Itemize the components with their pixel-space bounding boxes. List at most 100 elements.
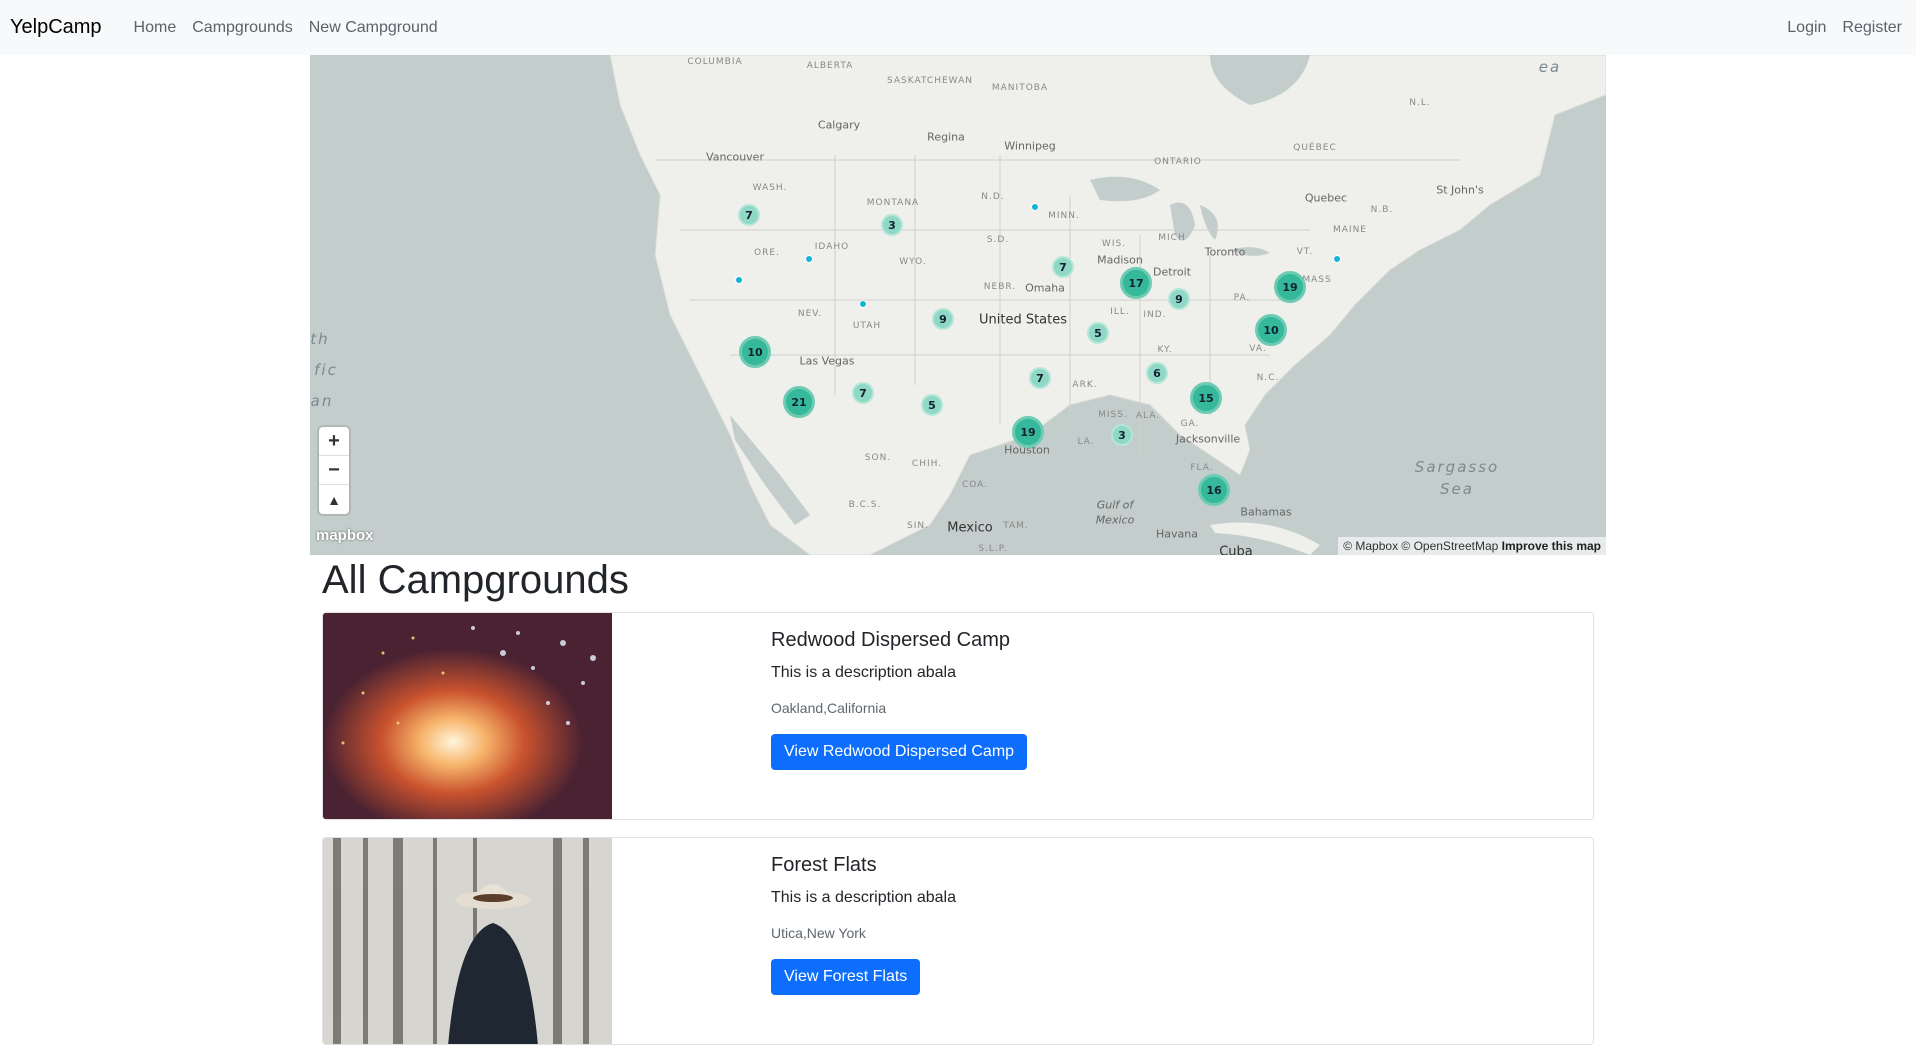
map-label: Quebec: [1304, 191, 1348, 205]
map-cluster[interactable]: 9: [932, 308, 954, 330]
map-label: MASS: [1302, 275, 1332, 285]
map-cluster[interactable]: 10: [739, 336, 771, 368]
mapbox-logo[interactable]: mapbox: [316, 527, 374, 544]
nav-home-link[interactable]: Home: [126, 19, 185, 37]
map-label: COA.: [961, 480, 989, 490]
map-label: Las Vegas: [799, 354, 855, 368]
map-label: VT.: [1296, 247, 1314, 257]
attribution-text[interactable]: © Mapbox © OpenStreetMap: [1343, 539, 1498, 553]
map-label: Regina: [927, 130, 965, 144]
map-label: N.D.: [981, 192, 1005, 202]
map-label: COLUMBIA: [687, 57, 743, 67]
campground-image: [323, 613, 612, 819]
map-label: ILL.: [1110, 307, 1130, 317]
view-campground-button[interactable]: View Forest Flats: [771, 959, 921, 995]
map-label: MONTANA: [866, 198, 920, 208]
map-label: Gulf of: [1096, 498, 1134, 512]
map-cluster[interactable]: 3: [1111, 424, 1133, 446]
map-label: MANITOBA: [991, 83, 1049, 93]
map-label: th: [310, 330, 330, 348]
map-label: FLA.: [1190, 463, 1214, 473]
map-point[interactable]: [859, 300, 867, 308]
map-label: NEBR.: [983, 282, 1017, 292]
map-label: Madison: [1097, 253, 1143, 267]
nav-links: Home Campgrounds New Campground: [126, 19, 446, 37]
map-navigation-control: + − ▲: [319, 427, 349, 514]
map-label: ONTARIO: [1154, 157, 1202, 167]
campground-card: Forest Flats This is a description abala…: [322, 837, 1594, 1045]
map-point[interactable]: [805, 255, 813, 263]
campground-title: Forest Flats: [771, 854, 877, 876]
map-label: Sargasso: [1414, 458, 1500, 476]
nav-login-link[interactable]: Login: [1779, 19, 1834, 37]
improve-map-link[interactable]: Improve this map: [1502, 539, 1601, 553]
map-label: NEV.: [797, 309, 823, 319]
nav-auth-links: Login Register: [1779, 19, 1910, 37]
map-label: N.B.: [1370, 205, 1394, 215]
map-label: WIS.: [1101, 239, 1127, 249]
map-label: Winnipeg: [1004, 139, 1056, 153]
map-label: Omaha: [1025, 281, 1065, 295]
cluster-map[interactable]: COLUMBIA ALBERTA SASKATCHEWAN MANITOBA O…: [310, 55, 1606, 555]
map-cluster[interactable]: 7: [852, 382, 874, 404]
campground-image: [323, 838, 612, 1044]
map-cluster[interactable]: 19: [1012, 416, 1044, 448]
map-label: Mexico: [1095, 513, 1135, 527]
map-label: Detroit: [1153, 265, 1191, 279]
map-cluster[interactable]: 3: [881, 214, 903, 236]
nav-new-campground-link[interactable]: New Campground: [301, 19, 446, 37]
map-label: United States: [978, 312, 1068, 328]
map-cluster[interactable]: 6: [1146, 362, 1168, 384]
navbar: YelpCamp Home Campgrounds New Campground…: [0, 0, 1916, 55]
map-cluster[interactable]: 16: [1198, 474, 1230, 506]
map-cluster[interactable]: 19: [1274, 271, 1306, 303]
view-campground-button[interactable]: View Redwood Dispersed Camp: [771, 734, 1028, 770]
zoom-in-button[interactable]: +: [319, 427, 349, 456]
map-label: Mexico: [947, 520, 993, 536]
map-label: St John's: [1436, 183, 1484, 197]
campground-location: Oakland,California: [771, 700, 887, 716]
nav-campgrounds-link[interactable]: Campgrounds: [184, 19, 301, 37]
card-body: Forest Flats This is a description abala…: [771, 838, 956, 1044]
map-cluster[interactable]: 21: [783, 386, 815, 418]
map-cluster[interactable]: 15: [1190, 382, 1222, 414]
map-label: MICH: [1158, 233, 1186, 243]
map-label: WYO.: [899, 257, 927, 267]
zoom-out-button[interactable]: −: [319, 456, 349, 485]
compass-icon[interactable]: ▲: [319, 485, 349, 514]
campground-card: Redwood Dispersed Camp This is a descrip…: [322, 612, 1594, 820]
page-title: All Campgrounds: [322, 558, 629, 602]
map-cluster[interactable]: 9: [1168, 288, 1190, 310]
map-cluster[interactable]: 17: [1120, 267, 1152, 299]
card-body: Redwood Dispersed Camp This is a descrip…: [771, 613, 1028, 819]
map-label: an: [310, 392, 334, 410]
brand-logo[interactable]: YelpCamp: [10, 16, 102, 39]
map-label: UTAH: [852, 321, 882, 331]
nav-register-link[interactable]: Register: [1834, 19, 1910, 37]
map-label: Toronto: [1204, 245, 1246, 259]
map-point[interactable]: [1031, 203, 1039, 211]
map-label: CHIH.: [911, 459, 943, 469]
map-label: MAINE: [1333, 225, 1367, 235]
map-label: Cuba: [1219, 544, 1253, 556]
map-label: TAM.: [1003, 521, 1029, 531]
map-cluster[interactable]: 7: [1052, 256, 1074, 278]
map-label: GA.: [1180, 419, 1200, 429]
map-label: Havana: [1156, 527, 1198, 541]
map-cluster[interactable]: 5: [1087, 322, 1109, 344]
map-label: SON.: [864, 453, 892, 463]
map-label: Calgary: [817, 118, 861, 132]
map-label: WASH.: [752, 183, 788, 193]
map-cluster[interactable]: 7: [738, 204, 760, 226]
map-cluster[interactable]: 7: [1029, 367, 1051, 389]
map-label: N.C.: [1256, 373, 1280, 383]
map-point[interactable]: [1333, 255, 1341, 263]
map-label: SASKATCHEWAN: [887, 76, 973, 86]
map-label: Vancouver: [706, 150, 764, 164]
map-cluster[interactable]: 5: [921, 394, 943, 416]
map-point[interactable]: [735, 276, 743, 284]
map-label: ARK.: [1072, 380, 1098, 390]
map-label: MINN.: [1048, 211, 1080, 221]
map-cluster[interactable]: 10: [1255, 314, 1287, 346]
map-label: PA.: [1233, 293, 1251, 303]
